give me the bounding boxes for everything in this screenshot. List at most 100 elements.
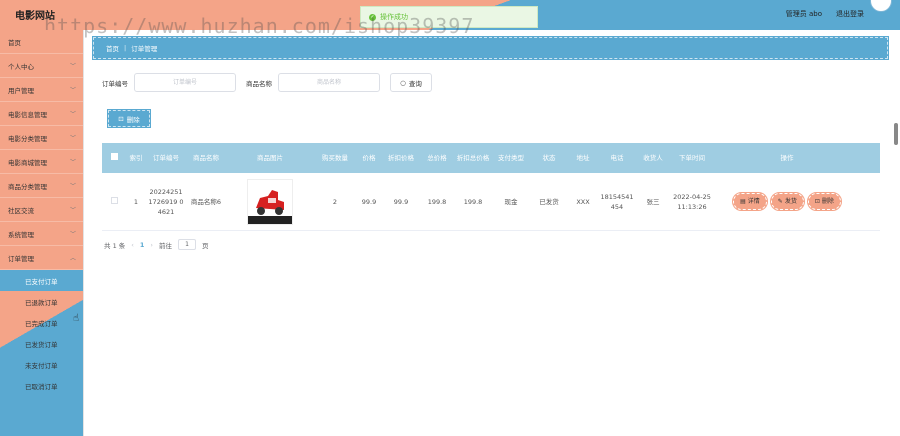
check-icon: ✓: [369, 13, 376, 21]
goods-image[interactable]: [247, 178, 293, 225]
sidebar-subitem-paid[interactable]: 已支付订单: [0, 270, 83, 291]
cell-goods-name: 商品名称6: [190, 197, 222, 206]
goto-page-input[interactable]: 1: [178, 239, 197, 250]
sidebar-item-movie-categories[interactable]: 电影分类管理 ﹀: [0, 126, 83, 150]
column-header: 价格: [362, 154, 376, 162]
app-title: 电影网站: [15, 11, 55, 22]
edit-icon: ✎: [777, 197, 783, 205]
trash-icon: ⊡: [814, 197, 820, 205]
ship-button[interactable]: ✎ 发货: [769, 192, 805, 211]
column-header: 折扣总价格: [456, 154, 490, 162]
cell-price: 99.9: [361, 197, 377, 206]
chevron-down-icon: ﹀: [69, 159, 76, 166]
sidebar: 首页 个人中心 ﹀ 用户管理 ﹀ 电影信息管理 ﹀ 电影分类管理 ﹀ 电影商城管理 ﹀ 商…: [0, 30, 84, 436]
goods-name-input[interactable]: 商品名称: [278, 73, 380, 92]
row-actions: ▤ 详情 ✎ 发货 ⊡ 删除: [716, 192, 858, 211]
cell-discount-price: 99.9: [393, 197, 409, 206]
column-header: 支付类型: [498, 154, 524, 162]
sidebar-item-profile[interactable]: 个人中心 ﹀: [0, 54, 83, 78]
goto-label: 前往: [159, 241, 173, 250]
column-header: 购买数量: [322, 154, 348, 162]
sidebar-item-mall[interactable]: 电影商城管理 ﹀: [0, 150, 83, 174]
sidebar-item-label: 电影分类管理: [8, 134, 47, 143]
checkbox[interactable]: [110, 153, 118, 160]
sidebar-subitem-completed[interactable]: 已完成订单: [0, 312, 83, 333]
column-header: 商品名称: [193, 154, 219, 162]
sidebar-item-label: 订单管理: [8, 254, 34, 263]
cell-qty: 2: [332, 197, 338, 206]
column-header: 电话: [610, 154, 624, 162]
logout-link[interactable]: 退出登录: [836, 9, 864, 19]
hand-cursor-icon: ☝: [73, 313, 80, 324]
toast-text: 操作成功: [380, 13, 408, 21]
sidebar-item-goods-categories[interactable]: 商品分类管理 ﹀: [0, 174, 83, 198]
cell-discount-total: 199.8: [463, 197, 483, 206]
next-page-icon[interactable]: ›: [150, 241, 153, 249]
cell-order-time: 2022-04-25 11:13:26: [673, 192, 711, 211]
delete-button[interactable]: ⊡ 删除: [806, 192, 842, 211]
batch-delete-label: 删除: [126, 115, 140, 124]
order-no-label: 订单编号: [102, 79, 128, 88]
cell-pay-type: 现金: [504, 197, 518, 206]
chevron-down-icon: ﹀: [69, 87, 76, 94]
sidebar-item-orders[interactable]: 订单管理 ︿: [0, 246, 83, 270]
sidebar-item-system[interactable]: 系统管理 ﹀: [0, 222, 83, 246]
column-header: 地址: [576, 154, 590, 162]
column-header: 状态: [542, 154, 556, 162]
sidebar-item-users[interactable]: 用户管理 ﹀: [0, 78, 83, 102]
cell-address: XXX: [576, 197, 590, 206]
column-header: 折扣价格: [388, 154, 414, 162]
cell-order-no: 202242511726919 04621: [148, 187, 184, 216]
row-checkbox[interactable]: [102, 196, 126, 207]
sidebar-item-label: 电影商城管理: [8, 158, 47, 167]
sidebar-item-community[interactable]: 社区交流 ﹀: [0, 198, 83, 222]
sidebar-item-label: 用户管理: [8, 86, 34, 95]
sidebar-subitem-unpaid[interactable]: 未支付订单: [0, 354, 83, 375]
column-header: 订单编号: [153, 154, 179, 162]
table-header: 索引 订单编号 商品名称 商品图片 购买数量 价格 折扣价格 总价格 折扣总价格…: [102, 143, 880, 173]
cell-phone: 18154541454: [600, 192, 634, 211]
search-icon: ○: [400, 78, 406, 87]
order-no-input[interactable]: 订单编号: [134, 73, 236, 92]
column-header: 下单时间: [679, 154, 705, 162]
cell-index: 1: [133, 197, 139, 206]
sidebar-item-home[interactable]: 首页: [0, 30, 83, 54]
chevron-down-icon: ﹀: [69, 111, 76, 118]
goods-name-label: 商品名称: [246, 79, 272, 88]
checkbox[interactable]: [110, 196, 118, 204]
orders-table: 索引 订单编号 商品名称 商品图片 购买数量 价格 折扣价格 总价格 折扣总价格…: [102, 143, 880, 231]
trash-icon: ⊡: [118, 114, 124, 123]
column-header: 收货人: [643, 154, 663, 162]
breadcrumb-home[interactable]: 首页: [106, 43, 119, 53]
column-header: 商品图片: [257, 154, 283, 162]
cell-status: 已发货: [539, 197, 559, 206]
cell-receiver: 张三: [646, 197, 660, 206]
pagination: 共 1 条 ‹ 1 › 前往 1 页: [104, 239, 209, 250]
user-area: 管理员 abo 退出登录: [786, 9, 864, 19]
success-toast: ✓ 操作成功: [360, 6, 538, 28]
admin-label: 管理员 abo: [785, 10, 822, 18]
toy-car-image: [248, 189, 292, 224]
cell-total: 199.8: [427, 197, 447, 206]
select-all-checkbox[interactable]: [102, 153, 126, 163]
sidebar-subitem-refunded[interactable]: 已退款订单: [0, 291, 83, 312]
sidebar-subitem-shipped[interactable]: 已发货订单: [0, 333, 83, 354]
sidebar-item-movies[interactable]: 电影信息管理 ﹀: [0, 102, 83, 126]
sidebar-subitem-cancelled[interactable]: 已取消订单: [0, 375, 83, 396]
page-number[interactable]: 1: [140, 241, 145, 249]
query-button[interactable]: ○ 查询: [390, 73, 432, 92]
batch-delete-button[interactable]: ⊡ 删除: [107, 109, 151, 128]
detail-button[interactable]: ▤ 详情: [732, 192, 768, 211]
scrollbar-thumb[interactable]: [894, 123, 898, 145]
document-icon: ▤: [740, 197, 746, 205]
chevron-down-icon: ﹀: [69, 231, 76, 238]
column-header: 总价格: [427, 154, 447, 162]
query-button-label: 查询: [408, 79, 422, 88]
pagination-total: 共 1 条: [104, 241, 126, 250]
sidebar-item-label: 首页: [8, 38, 21, 47]
delete-button-label: 删除: [821, 197, 834, 205]
prev-page-icon[interactable]: ‹: [131, 241, 134, 249]
breadcrumb: 首页 | 订单管理: [92, 36, 889, 60]
avatar[interactable]: [870, 0, 892, 12]
column-header: 操作: [780, 154, 794, 162]
